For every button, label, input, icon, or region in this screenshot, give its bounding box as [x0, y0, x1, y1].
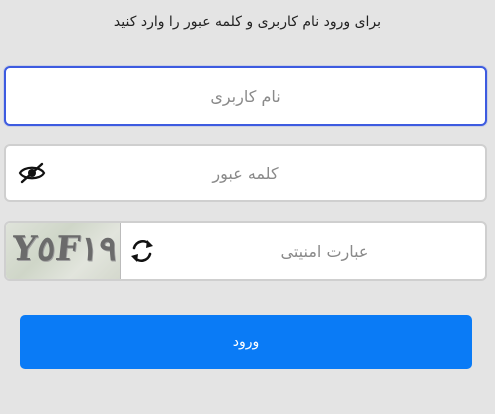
password-input[interactable]: [6, 146, 485, 200]
password-field-container: [4, 144, 487, 202]
eye-slash-icon[interactable]: [18, 161, 46, 185]
username-input[interactable]: [6, 68, 485, 124]
login-button[interactable]: ورود: [20, 315, 472, 369]
captcha-field-container: Y٥F١٩: [4, 221, 487, 281]
refresh-icon[interactable]: [128, 237, 156, 265]
username-field-container: [4, 66, 487, 126]
captcha-image: Y٥F١٩: [6, 223, 121, 279]
captcha-image-text: Y٥F١٩: [9, 229, 120, 269]
login-instruction: برای ورود نام کاربری و کلمه عبور را وارد…: [113, 14, 382, 30]
